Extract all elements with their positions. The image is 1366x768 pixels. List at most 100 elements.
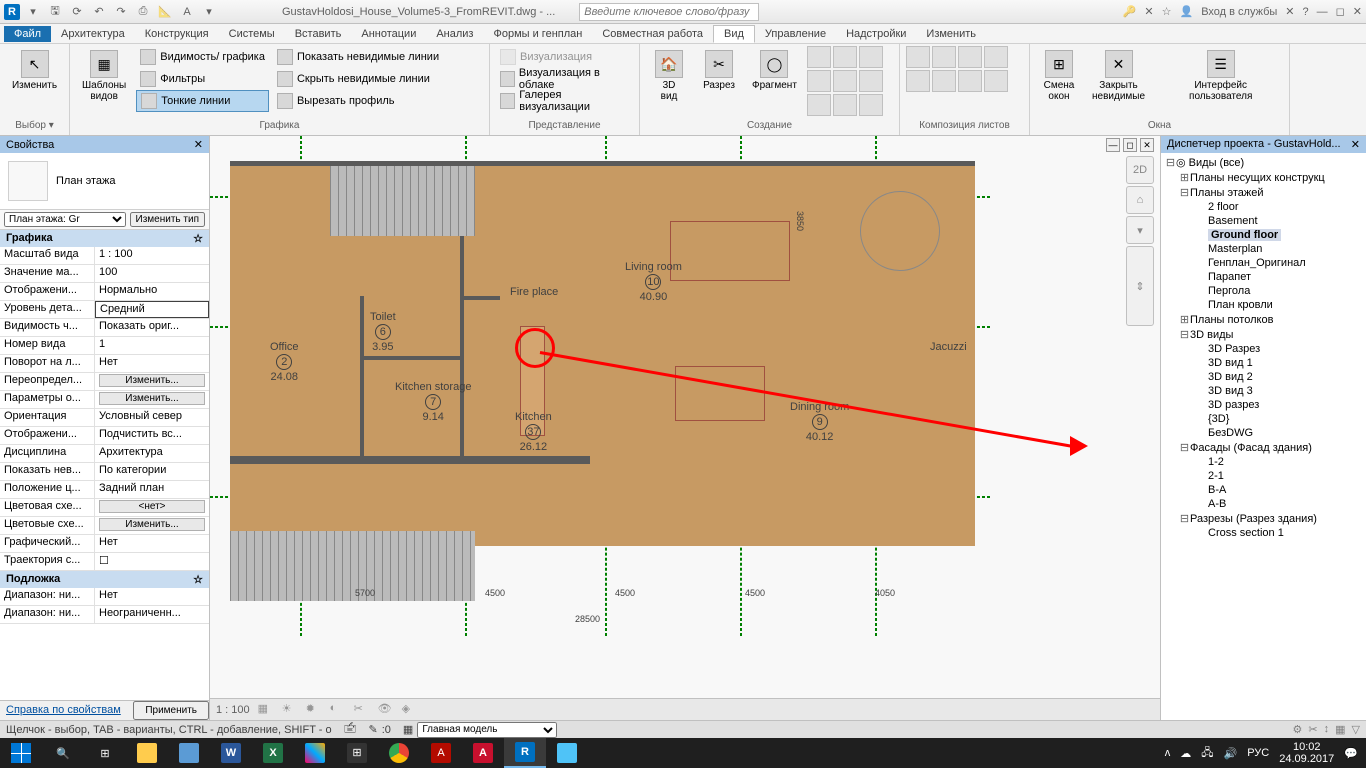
model-select[interactable]: Главная модель: [417, 722, 557, 738]
menu-tab[interactable]: Архитектура: [51, 26, 135, 42]
tree-node[interactable]: ⊟Планы этажей: [1163, 185, 1364, 200]
nav-options-icon[interactable]: ▾: [1126, 216, 1154, 244]
tree-node[interactable]: {3D}: [1163, 412, 1364, 426]
property-row[interactable]: Номер вида1: [0, 337, 209, 355]
tree-node[interactable]: B-A: [1163, 483, 1364, 497]
edit-type-button[interactable]: Изменить тип: [130, 212, 205, 227]
explorer-button[interactable]: [126, 738, 168, 768]
tree-node[interactable]: ⊟Разрезы (Разрез здания): [1163, 511, 1364, 526]
user-interface-button[interactable]: ☰Интерфейс пользователя: [1183, 46, 1258, 106]
menu-tab[interactable]: Формы и генплан: [483, 26, 592, 42]
excel-button[interactable]: X: [252, 738, 294, 768]
sun-icon[interactable]: ✹: [306, 702, 322, 718]
start-button[interactable]: [0, 738, 42, 768]
tray-notifications-icon[interactable]: 💬: [1344, 747, 1358, 760]
qat-more-icon[interactable]: ▾: [200, 3, 218, 21]
tray-network-icon[interactable]: 🖧: [1201, 744, 1213, 763]
sheet-icon[interactable]: [906, 46, 930, 68]
fragment-button[interactable]: ◯Фрагмент: [746, 46, 803, 95]
property-row[interactable]: Положение ц...Задний план: [0, 481, 209, 499]
maximize-icon[interactable]: ◻: [1336, 5, 1345, 18]
gallery-button[interactable]: Галерея визуализации: [496, 90, 633, 112]
property-row[interactable]: Параметры о...Изменить...: [0, 391, 209, 409]
sb-icon[interactable]: ▦: [1335, 723, 1345, 736]
elev-icon[interactable]: [833, 46, 857, 68]
sheet-icon[interactable]: [932, 70, 956, 92]
tree-node[interactable]: 3D Разрез: [1163, 342, 1364, 356]
sheet-icon[interactable]: [984, 70, 1008, 92]
property-row[interactable]: Отображени...Подчистить вс...: [0, 427, 209, 445]
sync-icon[interactable]: ⟳: [68, 3, 86, 21]
sheet-icon[interactable]: [906, 70, 930, 92]
property-edit-button[interactable]: Изменить...: [99, 374, 205, 387]
measure-icon[interactable]: 📐: [156, 3, 174, 21]
view-templates-button[interactable]: ▦Шаблоны видов: [76, 46, 132, 106]
tree-node[interactable]: Masterplan: [1163, 242, 1364, 256]
win-icon[interactable]: [1155, 90, 1179, 112]
property-row[interactable]: Графический...Нет: [0, 535, 209, 553]
visibility-button[interactable]: Видимость/ графика: [136, 46, 269, 68]
notepad-button[interactable]: [168, 738, 210, 768]
favorite-icon[interactable]: ☆: [1162, 5, 1172, 18]
menu-tab[interactable]: Надстройки: [836, 26, 916, 42]
subscription-icon[interactable]: 🔑: [1123, 5, 1137, 18]
nav-home-icon[interactable]: ⌂: [1126, 186, 1154, 214]
print-icon[interactable]: ⎙: [134, 3, 152, 21]
sheet-icon[interactable]: [958, 70, 982, 92]
menu-tab[interactable]: Аннотации: [351, 26, 426, 42]
scale-label[interactable]: 1 : 100: [216, 704, 250, 716]
menu-tab[interactable]: Конструкция: [135, 26, 219, 42]
user-icon[interactable]: 👤: [1180, 5, 1194, 18]
save-icon[interactable]: 🖫: [46, 3, 64, 21]
clock[interactable]: 10:0224.09.2017: [1279, 741, 1334, 765]
scope-icon[interactable]: [859, 70, 883, 92]
tree-node[interactable]: 3D разрез: [1163, 398, 1364, 412]
property-row[interactable]: Траектория с...☐: [0, 553, 209, 571]
menu-tab[interactable]: Вставить: [285, 26, 352, 42]
property-row[interactable]: ДисциплинаАрхитектура: [0, 445, 209, 463]
cloud-render-button[interactable]: Визуализация в облаке: [496, 68, 633, 90]
status-icon[interactable]: 🖆: [344, 720, 357, 739]
sheet-icon[interactable]: [984, 46, 1008, 68]
nav-bar[interactable]: ⇕: [1126, 246, 1154, 326]
search-input[interactable]: [579, 3, 759, 21]
tree-node[interactable]: 1-2: [1163, 455, 1364, 469]
property-row[interactable]: Масштаб вида1 : 100: [0, 247, 209, 265]
property-row[interactable]: Уровень дета...Средний: [0, 301, 209, 319]
property-row[interactable]: Цветовые схе...Изменить...: [0, 517, 209, 535]
sheet-icon[interactable]: [932, 46, 956, 68]
show-hidden-button[interactable]: Показать невидимые линии: [273, 46, 443, 68]
sheet-icon[interactable]: [958, 46, 982, 68]
menu-tab[interactable]: Анализ: [426, 26, 483, 42]
canvas[interactable]: Office224.08Toilet63.95Kitchen storage79…: [210, 136, 1160, 720]
reveal-icon[interactable]: ◈: [402, 702, 418, 718]
exchange-icon[interactable]: ✕: [1285, 5, 1294, 18]
tray-volume-icon[interactable]: 🔊: [1224, 747, 1238, 760]
image-viewer-button[interactable]: [546, 738, 588, 768]
3d-view-button[interactable]: 🏠3D вид: [646, 46, 692, 106]
instance-select[interactable]: План этажа: Gr: [4, 212, 126, 227]
tree-node[interactable]: План кровли: [1163, 298, 1364, 312]
sb-filter-icon[interactable]: ▽: [1352, 723, 1360, 736]
close-icon[interactable]: ✕: [1353, 5, 1362, 18]
tree-node[interactable]: БезDWG: [1163, 426, 1364, 440]
win-icon[interactable]: [1155, 46, 1179, 68]
project-tree[interactable]: ⊟◎ Виды (все)⊞Планы несущих конструкц⊟Пл…: [1161, 153, 1366, 720]
tree-node[interactable]: ⊟◎ Виды (все): [1163, 155, 1364, 170]
win-icon[interactable]: [1155, 68, 1179, 90]
hide-icon[interactable]: 👁: [378, 702, 394, 718]
tree-node[interactable]: 3D вид 1: [1163, 356, 1364, 370]
tree-node[interactable]: Генплан_Оригинал: [1163, 256, 1364, 270]
property-row[interactable]: Показать нев...По категории: [0, 463, 209, 481]
tree-node[interactable]: Basement: [1163, 214, 1364, 228]
tree-node[interactable]: 2 floor: [1163, 200, 1364, 214]
thin-lines-button[interactable]: Тонкие линии: [136, 90, 269, 112]
prop-section[interactable]: Подложка☆: [0, 571, 209, 588]
hide-hidden-button[interactable]: Скрыть невидимые линии: [273, 68, 443, 90]
dup-icon[interactable]: [807, 94, 831, 116]
help-icon[interactable]: ?: [1303, 6, 1309, 18]
text-icon[interactable]: A: [178, 3, 196, 21]
property-row[interactable]: Видимость ч...Показать ориг...: [0, 319, 209, 337]
property-row[interactable]: Диапазон: ни...Нет: [0, 588, 209, 606]
sign-in-link[interactable]: Вход в службы: [1201, 6, 1277, 18]
